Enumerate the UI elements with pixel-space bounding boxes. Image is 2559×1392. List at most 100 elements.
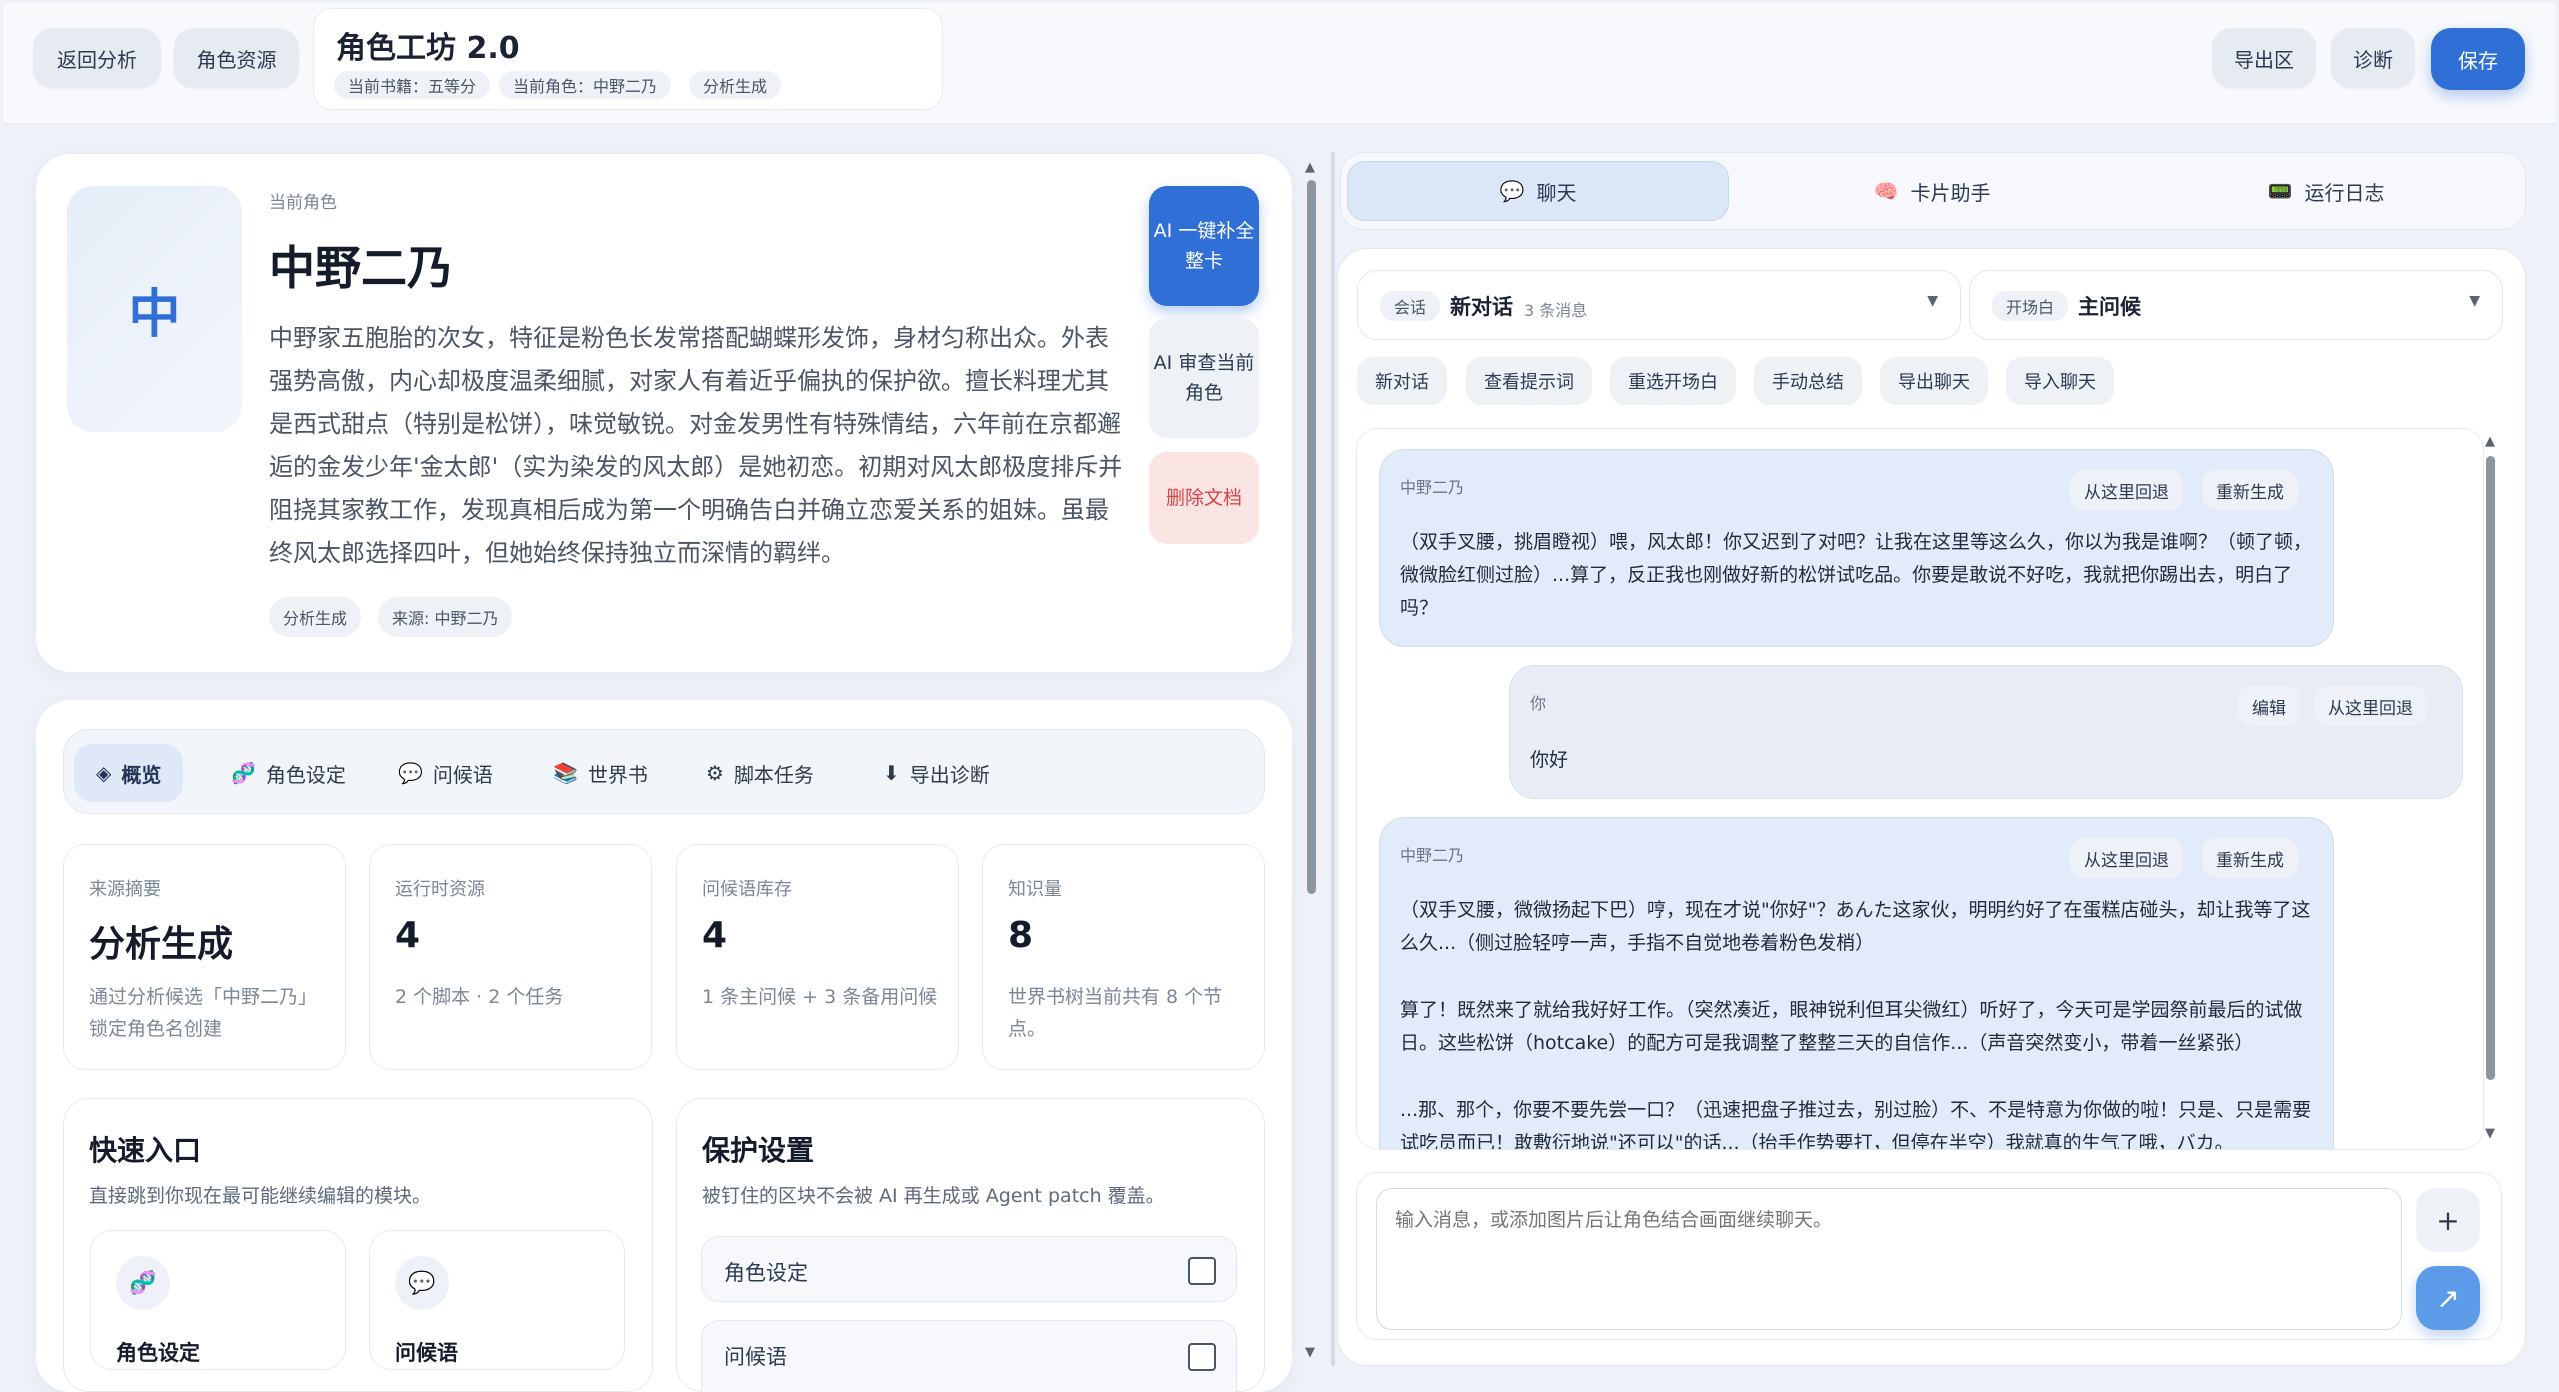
message-author: 你: [1530, 694, 1547, 713]
speech-bubble-icon: 💬: [395, 1256, 449, 1310]
rollback-button[interactable]: 从这里回退: [2070, 838, 2183, 878]
new-chat-button[interactable]: 新对话: [1357, 357, 1447, 405]
tab-label: 聊天: [1536, 180, 1577, 205]
brain-icon: 🧠: [1873, 179, 1899, 203]
protect-row-character-settings: 角色设定: [701, 1236, 1237, 1302]
tab-label: 脚本任务: [733, 762, 814, 787]
stat-source-summary: 来源摘要 分析生成 通过分析候选「中野二乃」锁定角色名创建: [63, 844, 346, 1070]
tab-chat[interactable]: 💬 聊天: [1347, 161, 1729, 221]
stat-knowledge: 知识量 8 世界书树当前共有 8 个节点。: [982, 844, 1265, 1070]
tab-card-assistant[interactable]: 🧠 卡片助手: [1741, 161, 2123, 221]
tab-world-book[interactable]: 📚 世界书: [531, 744, 670, 802]
scroll-down-icon[interactable]: ▼: [2485, 1126, 2495, 1141]
regenerate-button[interactable]: 重新生成: [2202, 470, 2298, 510]
back-to-analysis-button[interactable]: 返回分析: [33, 28, 161, 88]
stat-label: 运行时资源: [395, 879, 485, 900]
section-tabs: ◈ 概览 🧬 角色设定 💬 问候语 📚 世界书 ⚙ 脚本任务 ⬇ 导出诊断: [63, 729, 1265, 814]
opening-name: 主问候: [2078, 295, 2141, 319]
quick-greetings[interactable]: 💬 问候语: [369, 1230, 625, 1370]
rollback-button[interactable]: 从这里回退: [2070, 470, 2183, 510]
manual-summary-button[interactable]: 手动总结: [1754, 357, 1862, 405]
view-prompt-button[interactable]: 查看提示词: [1466, 357, 1592, 405]
message-assistant: 中野二乃 从这里回退 重新生成 （双手叉腰，微微扬起下巴）哼，现在才说"你好"？…: [1379, 817, 2334, 1149]
stat-runtime-resources: 运行时资源 4 2 个脚本 · 2 个任务: [369, 844, 652, 1070]
quick-character-settings[interactable]: 🧬 角色设定: [90, 1230, 346, 1370]
dna-icon: 🧬: [116, 1256, 170, 1310]
ai-review-button[interactable]: AI 审查当前角色: [1149, 318, 1259, 438]
import-chat-button[interactable]: 导入聊天: [2006, 357, 2114, 405]
ai-fill-label: AI 一键补全整卡: [1153, 220, 1255, 272]
chat-messages: 中野二乃 从这里回退 重新生成 （双手叉腰，挑眉瞪视）喂，风太郎！你又迟到了对吧…: [1356, 428, 2484, 1150]
chip-book: 当前书籍：五等分: [334, 71, 491, 99]
message-count: 3 条消息: [1524, 301, 1588, 320]
tab-label: 导出诊断: [909, 762, 990, 787]
export-chat-button[interactable]: 导出聊天: [1880, 357, 1988, 405]
avatar: 中: [67, 186, 242, 432]
chat-scrollbar-thumb[interactable]: [2486, 456, 2495, 1080]
tab-label: 世界书: [587, 762, 648, 787]
stat-label: 问候语库存: [702, 879, 792, 900]
export-area-button[interactable]: 导出区: [2212, 28, 2316, 88]
tab-label: 卡片助手: [1910, 180, 1991, 205]
tab-label: 角色设定: [265, 762, 346, 787]
message-author: 中野二乃: [1400, 846, 1465, 865]
scroll-up-icon[interactable]: ▲: [1305, 160, 1315, 175]
rollback-button[interactable]: 从这里回退: [2314, 686, 2427, 726]
tab-script-tasks[interactable]: ⚙ 脚本任务: [684, 744, 836, 802]
stat-value: 4: [702, 915, 728, 956]
opening-tag: 开场白: [1992, 291, 2069, 321]
reselect-opening-button[interactable]: 重选开场白: [1610, 357, 1736, 405]
stat-greeting-stock: 问候语库存 4 1 条主问候 + 3 条备用问候: [676, 844, 959, 1070]
tab-label: 问候语: [432, 762, 493, 787]
send-button[interactable]: ↗: [2416, 1266, 2480, 1330]
tab-greetings[interactable]: 💬 问候语: [376, 744, 515, 802]
diagnose-button[interactable]: 诊断: [2331, 28, 2415, 88]
plus-icon: +: [2436, 1203, 2460, 1237]
ai-fill-card-button[interactable]: AI 一键补全整卡: [1149, 186, 1259, 306]
ai-review-label: AI 审查当前角色: [1153, 352, 1255, 404]
tab-run-log[interactable]: 📟 运行日志: [2135, 161, 2517, 221]
scroll-up-icon[interactable]: ▲: [2485, 434, 2495, 449]
panel-divider[interactable]: [1331, 152, 1335, 1366]
session-name: 新对话: [1450, 295, 1513, 319]
edit-button[interactable]: 编辑: [2238, 686, 2300, 726]
character-resources-button[interactable]: 角色资源: [174, 28, 299, 88]
tab-export-diagnose[interactable]: ⬇ 导出诊断: [861, 744, 1012, 802]
protect-row-label: 角色设定: [724, 1261, 808, 1285]
delete-label: 删除文档: [1165, 487, 1242, 509]
stat-label: 来源摘要: [89, 879, 161, 900]
left-scrollbar-thumb[interactable]: [1307, 180, 1316, 894]
save-button[interactable]: 保存: [2431, 28, 2525, 90]
terminal-icon: 📟: [2267, 179, 2293, 203]
tab-label: 运行日志: [2304, 180, 2385, 205]
overview-icon: ◈: [96, 761, 112, 785]
quick-entry-subtitle: 直接跳到你现在最可能继续编辑的模块。: [89, 1185, 432, 1207]
tab-overview[interactable]: ◈ 概览: [74, 744, 184, 802]
quick-item-label: 角色设定: [116, 1341, 200, 1365]
message-text: （双手叉腰，挑眉瞪视）喂，风太郎！你又迟到了对吧？让我在这里等这么久，你以为我是…: [1400, 531, 2313, 619]
session-select[interactable]: 会话 新对话 3 条消息 ▼: [1357, 270, 1961, 340]
quick-entry-title: 快速入口: [89, 1134, 202, 1167]
scroll-down-icon[interactable]: ▼: [1305, 1345, 1315, 1360]
books-icon: 📚: [553, 761, 578, 785]
stat-value: 4: [395, 915, 421, 956]
protect-checkbox[interactable]: [1188, 1343, 1216, 1371]
opening-select[interactable]: 开场白 主问候 ▼: [1969, 270, 2503, 340]
stat-note: 通过分析候选「中野二乃」锁定角色名创建: [89, 986, 318, 1040]
tab-character-settings[interactable]: 🧬 角色设定: [209, 744, 368, 802]
message-assistant: 中野二乃 从这里回退 重新生成 （双手叉腰，挑眉瞪视）喂，风太郎！你又迟到了对吧…: [1379, 449, 2334, 647]
add-attachment-button[interactable]: +: [2416, 1188, 2480, 1252]
stat-value: 分析生成: [89, 924, 234, 965]
message-text: 你好: [1530, 749, 1569, 771]
delete-document-button[interactable]: 删除文档: [1149, 452, 1259, 544]
protect-checkbox[interactable]: [1188, 1257, 1216, 1285]
message-input[interactable]: [1376, 1188, 2402, 1330]
tag-source: 来源: 中野二乃: [378, 597, 513, 637]
regenerate-button[interactable]: 重新生成: [2202, 838, 2298, 878]
gear-icon: ⚙: [706, 761, 724, 785]
send-arrow-icon: ↗: [2436, 1281, 2460, 1315]
stat-note: 1 条主问候 + 3 条备用问候: [702, 986, 938, 1008]
speech-bubble-icon: 💬: [1499, 179, 1525, 203]
avatar-initial: 中: [128, 284, 181, 345]
message-paragraph: （双手叉腰，微微扬起下巴）哼，现在才说"你好"？あんた这家伙，明明约好了在蛋糕店…: [1400, 899, 2311, 954]
